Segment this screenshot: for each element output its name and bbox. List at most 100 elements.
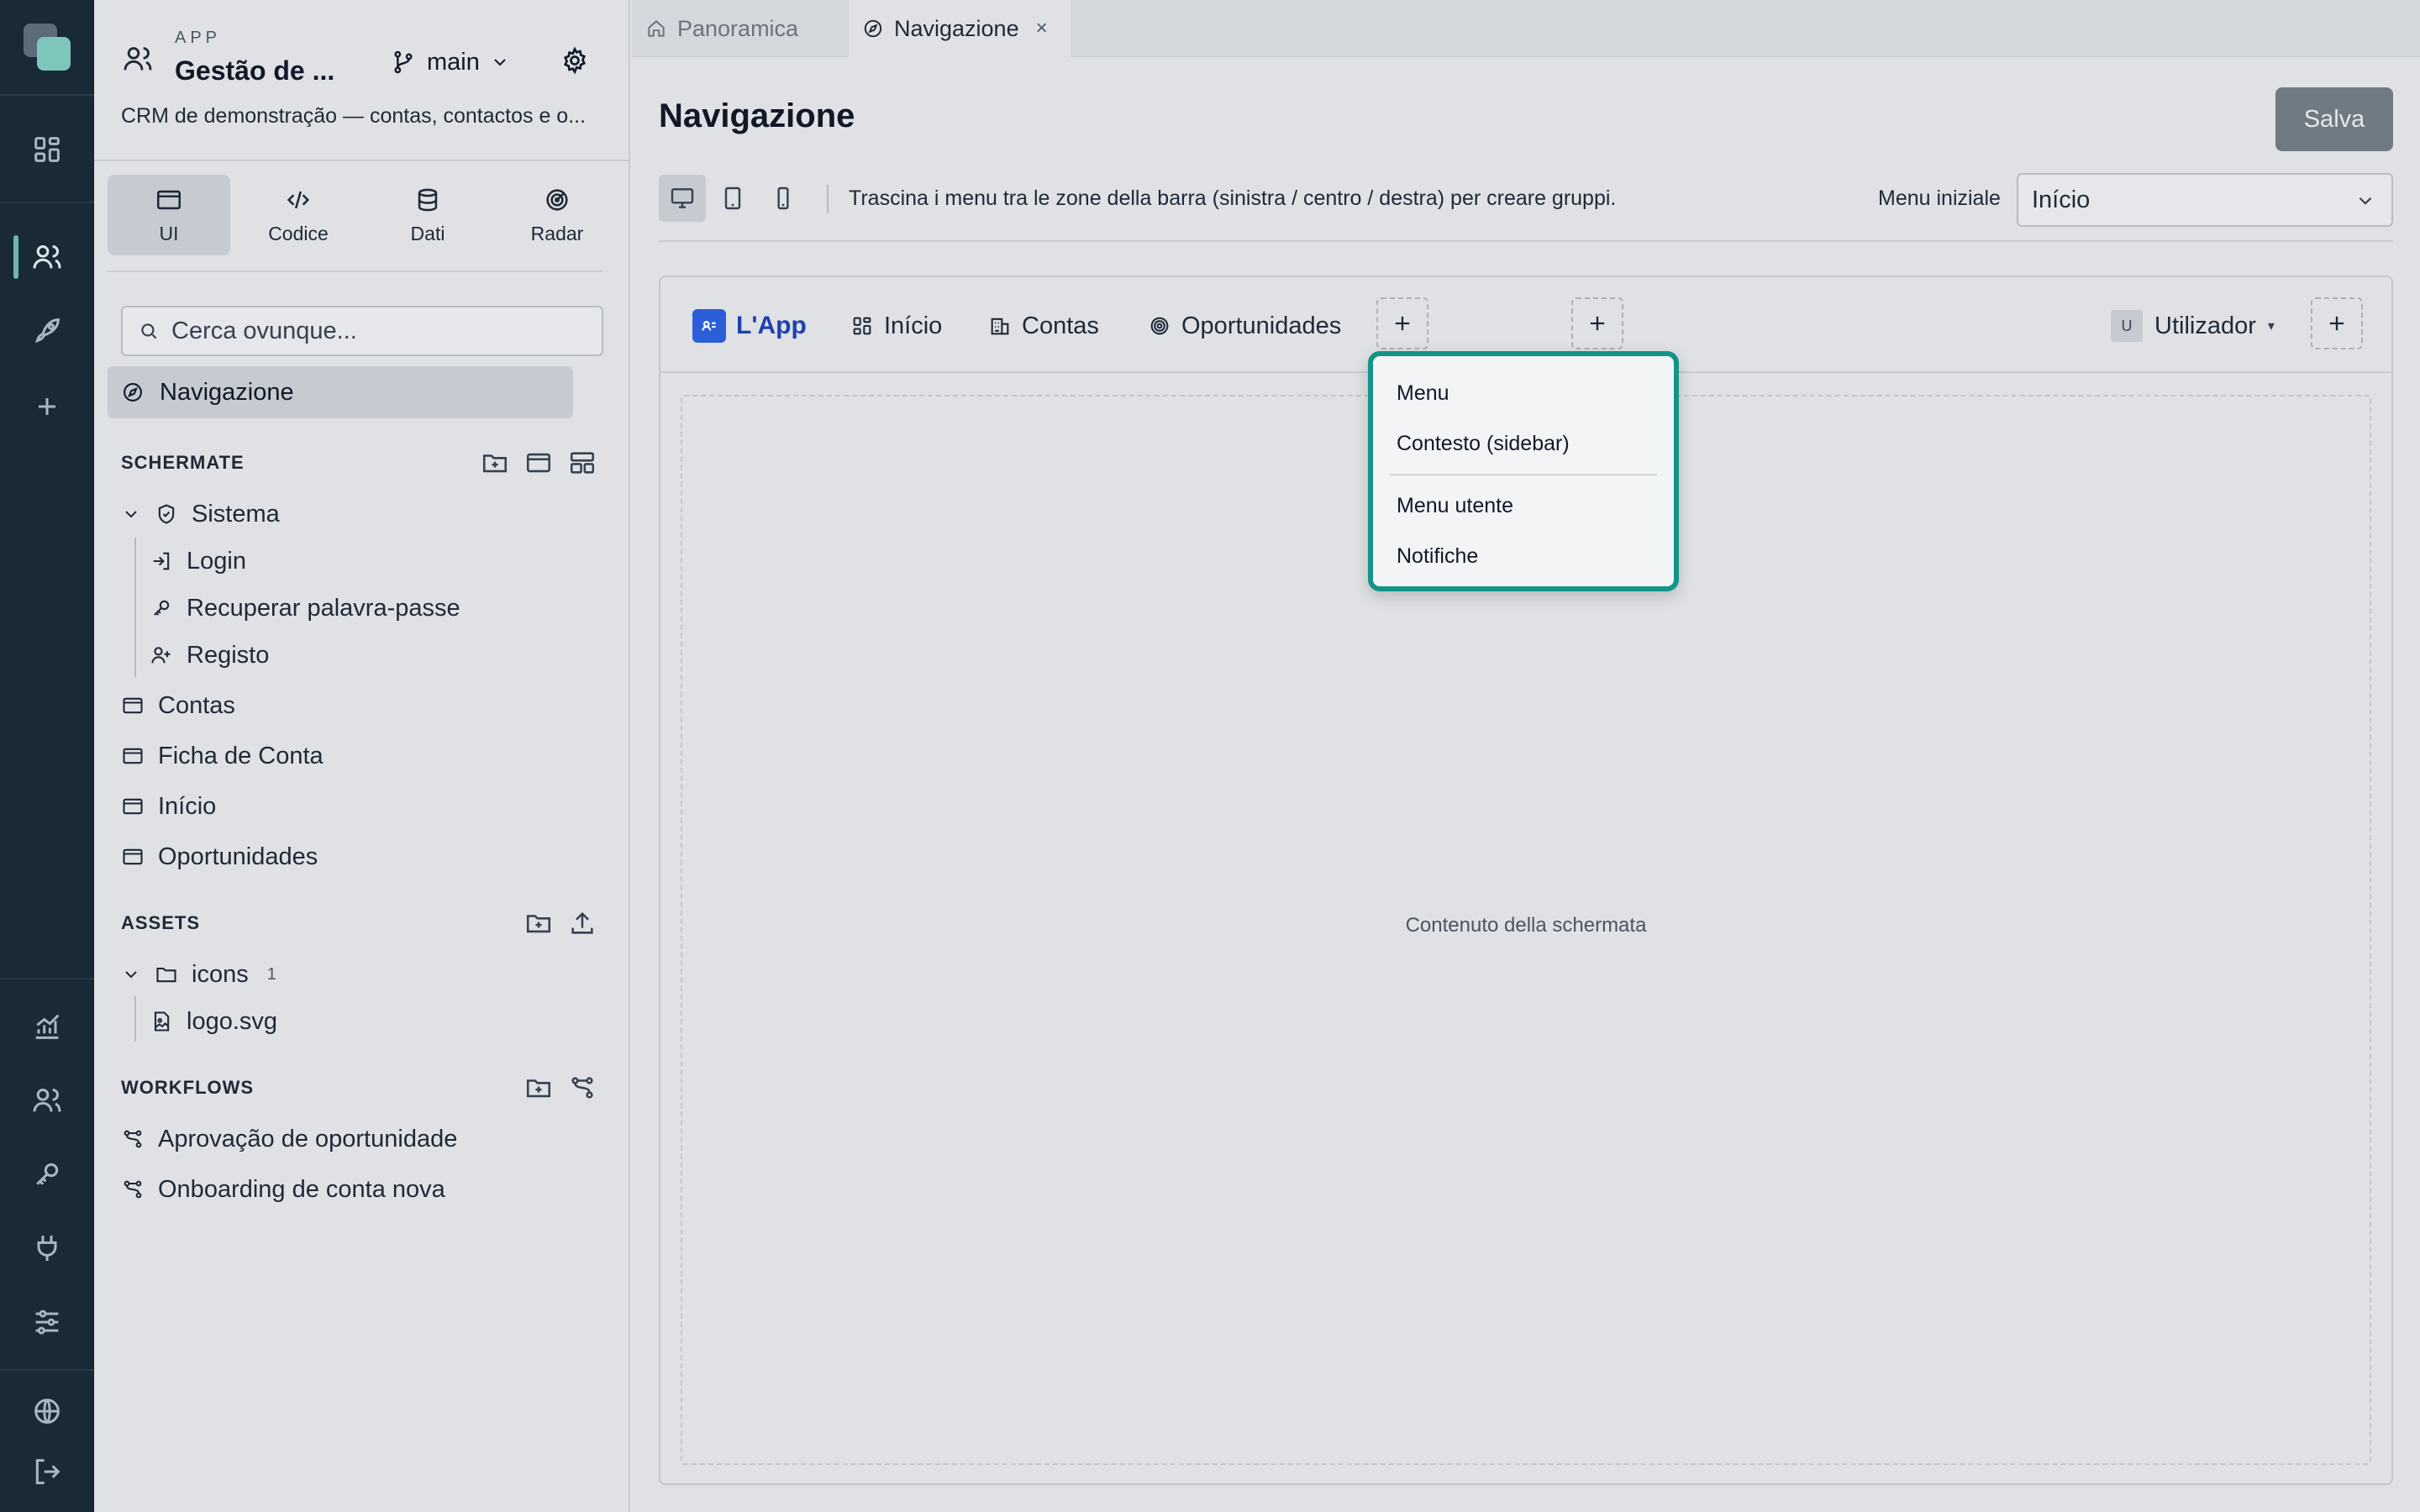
plus-icon: [1391, 312, 1414, 335]
dropdown-item-context-sidebar[interactable]: Contesto (sidebar): [1397, 432, 1570, 456]
search-input[interactable]: [171, 317, 592, 345]
mobile-view-button[interactable]: [760, 175, 807, 222]
dashboard-icon[interactable]: [30, 133, 64, 166]
gear-icon[interactable]: [560, 45, 590, 76]
team-icon[interactable]: [30, 1084, 64, 1117]
users-icon[interactable]: [30, 240, 64, 274]
sidebar-item-navigation[interactable]: Navigazione: [108, 366, 573, 418]
compass-icon: [121, 381, 145, 404]
mode-tab-label: Dati: [410, 222, 445, 244]
mode-tab-label: Radar: [530, 222, 584, 244]
logout-icon[interactable]: [30, 1455, 64, 1488]
key-icon: [150, 596, 173, 620]
workflow-icon[interactable]: [568, 1074, 597, 1102]
shield-icon: [155, 502, 178, 526]
initial-menu-select[interactable]: Início: [2017, 173, 2393, 227]
toolbar-divider: [827, 185, 829, 213]
window-icon: [121, 845, 145, 869]
users-icon: [121, 42, 155, 76]
plus-icon[interactable]: [30, 390, 64, 423]
workflow-item-approval[interactable]: Aprovação de oportunidade: [121, 1121, 457, 1158]
monitor-icon: [669, 185, 696, 212]
dropdown-item-notifications[interactable]: Notifiche: [1397, 544, 1478, 569]
mode-tab-radar[interactable]: Radar: [496, 175, 618, 255]
tree-item-contas[interactable]: Contas: [121, 687, 235, 724]
add-right-zone-button[interactable]: [2311, 297, 2363, 349]
item-count-badge: 1: [266, 964, 276, 984]
mode-tab-ui[interactable]: UI: [108, 175, 230, 255]
close-icon[interactable]: ×: [1036, 17, 1048, 40]
globe-icon[interactable]: [30, 1394, 64, 1428]
tree-item-ficha-de-conta[interactable]: Ficha de Conta: [121, 738, 324, 774]
tree-item-register[interactable]: Registo: [150, 637, 269, 674]
project-sidebar: APP Gestão de ... main CRM de demonstraç…: [94, 0, 630, 1512]
new-folder-icon[interactable]: [524, 1074, 553, 1102]
tree-item-label: Início: [158, 792, 217, 820]
add-left-zone-button[interactable]: [1376, 297, 1428, 349]
preview-user-menu[interactable]: U Utilizador ▾: [2111, 307, 2275, 344]
layout-icon[interactable]: [568, 449, 597, 477]
caret-down-icon: ▾: [2267, 319, 2275, 333]
page-title: Navigazione: [659, 97, 855, 134]
window-icon: [155, 186, 183, 214]
plug-icon[interactable]: [30, 1231, 64, 1265]
analytics-icon[interactable]: [30, 1010, 64, 1043]
new-folder-icon[interactable]: [524, 909, 553, 937]
home-icon: [645, 18, 667, 39]
tree-folder-system[interactable]: Sistema: [121, 496, 280, 533]
preview-nav-item-contas[interactable]: Contas: [988, 307, 1099, 344]
logo-icon[interactable]: [24, 24, 71, 71]
chevron-down-icon: [121, 504, 141, 524]
upload-icon[interactable]: [568, 909, 597, 937]
workflow-icon: [121, 1127, 145, 1151]
desktop-view-button[interactable]: [659, 175, 706, 222]
tree-item-logo-svg[interactable]: logo.svg: [150, 1003, 277, 1040]
tab-navigazione[interactable]: Navigazione ×: [849, 0, 1071, 57]
rocket-icon[interactable]: [30, 314, 64, 348]
tree-guide: [134, 996, 136, 1042]
preview-brand[interactable]: L'App: [692, 307, 807, 344]
tab-label: Navigazione: [894, 15, 1019, 41]
preview-nav-item-inicio[interactable]: Início: [850, 307, 942, 344]
tree-item-login[interactable]: Login: [150, 543, 246, 580]
app-rail: [0, 0, 94, 1512]
workflow-icon: [121, 1178, 145, 1201]
tree-item-inicio[interactable]: Início: [121, 788, 216, 825]
building-icon: [988, 314, 1012, 338]
dropdown-item-user-menu[interactable]: Menu utente: [1397, 494, 1513, 518]
workflow-item-onboarding[interactable]: Onboarding de conta nova: [121, 1171, 445, 1208]
add-center-zone-button[interactable]: [1571, 297, 1623, 349]
tablet-view-button[interactable]: [709, 175, 756, 222]
branch-selector[interactable]: main: [390, 45, 510, 79]
mode-tab-code[interactable]: Codice: [237, 175, 360, 255]
plus-icon: [1586, 312, 1609, 335]
chevron-down-icon: [121, 964, 141, 984]
content-placeholder-label: Contenuto della schermata: [1405, 914, 1647, 937]
dashboard-icon: [850, 314, 874, 338]
preview-brand-label: L'App: [736, 312, 807, 339]
search-box[interactable]: [121, 306, 603, 356]
new-screen-icon[interactable]: [524, 449, 553, 477]
sliders-icon[interactable]: [30, 1305, 64, 1339]
phone-icon: [770, 185, 797, 212]
tree-folder-icons[interactable]: icons 1: [121, 956, 276, 993]
code-icon: [284, 186, 313, 214]
image-file-icon: [150, 1010, 173, 1033]
app-title[interactable]: Gestão de ...: [175, 55, 334, 87]
dropdown-item-menu[interactable]: Menu: [1397, 381, 1449, 406]
contact-card-icon: [692, 309, 726, 343]
sidebar-item-label: Navigazione: [160, 378, 294, 406]
tree-item-label: Onboarding de conta nova: [158, 1175, 445, 1203]
editor-tabs: Panoramica Navigazione ×: [632, 0, 2420, 57]
mode-tab-data[interactable]: Dati: [366, 175, 489, 255]
new-folder-icon[interactable]: [481, 449, 509, 477]
target-icon: [1148, 314, 1171, 338]
preview-nav-item-oportunidades[interactable]: Oportunidades: [1148, 307, 1341, 344]
folder-icon: [155, 963, 178, 986]
tree-item-oportunidades[interactable]: Oportunidades: [121, 838, 318, 875]
key-icon[interactable]: [30, 1158, 64, 1191]
tab-panoramica[interactable]: Panoramica: [632, 0, 849, 57]
dropdown-divider: [1390, 474, 1657, 475]
save-button[interactable]: Salva: [2275, 87, 2393, 151]
tree-item-password-recovery[interactable]: Recuperar palavra-passe: [150, 590, 460, 627]
